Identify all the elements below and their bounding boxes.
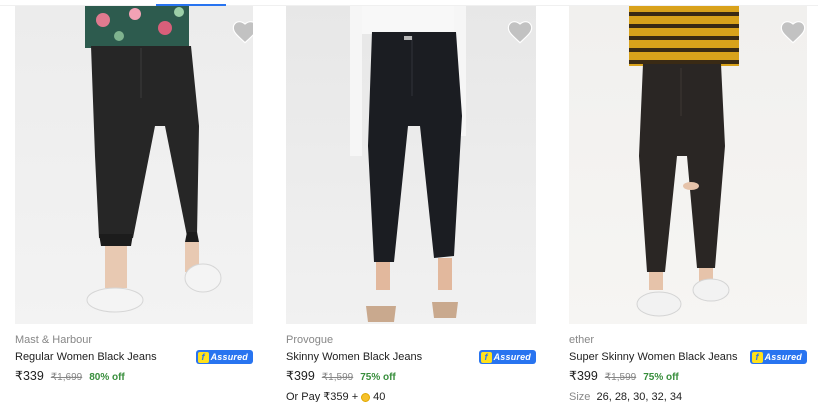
product-image[interactable] — [569, 6, 807, 324]
assured-mark-icon: f — [480, 351, 492, 363]
heart-icon[interactable] — [506, 18, 534, 44]
product-brand: Mast & Harbour — [15, 334, 93, 346]
product-image[interactable] — [286, 6, 536, 324]
product-photo-jeans — [350, 6, 466, 322]
size-label: Size — [569, 391, 591, 402]
product-brand: ether — [569, 334, 595, 346]
selling-price: ₹399 — [569, 369, 598, 383]
product-photo-jeans — [629, 6, 739, 317]
original-price: ₹1,699 — [50, 372, 83, 383]
product-title[interactable]: Skinny Women Black Jeans — [286, 349, 422, 365]
product-card[interactable]: Provogue Skinny Women Black Jeans f Assur… — [286, 6, 536, 402]
assured-mark-icon: f — [751, 351, 763, 363]
available-sizes: Size 26, 28, 30, 32, 34 — [569, 388, 807, 402]
pay-with-coins-offer: Or Pay ₹359 + 40 — [286, 388, 536, 402]
pay-offer-text: Or Pay ₹359 + — [286, 391, 359, 402]
heart-icon[interactable] — [231, 18, 253, 44]
discount-label: 80% off — [89, 372, 125, 383]
product-card[interactable]: ether Super Skinny Women Black Jeans f As… — [569, 6, 807, 402]
flipkart-assured-badge: f Assured — [478, 350, 536, 364]
product-title[interactable]: Super Skinny Women Black Jeans — [569, 349, 738, 365]
supercoin-icon — [361, 392, 371, 402]
product-brand: Provogue — [286, 334, 334, 346]
coin-count: 40 — [373, 391, 386, 402]
selling-price: ₹399 — [286, 369, 315, 383]
assured-label: Assured — [210, 352, 248, 362]
original-price: ₹1,599 — [604, 372, 637, 383]
heart-icon[interactable] — [779, 18, 807, 44]
assured-mark-icon: f — [197, 351, 209, 363]
original-price: ₹1,599 — [321, 372, 354, 383]
product-title[interactable]: Regular Women Black Jeans — [15, 349, 157, 365]
product-card[interactable]: Mast & Harbour Regular Women Black Jeans… — [15, 6, 253, 388]
product-image[interactable] — [15, 6, 253, 324]
selling-price: ₹339 — [15, 369, 44, 383]
discount-label: 75% off — [643, 372, 679, 383]
discount-label: 75% off — [360, 372, 396, 383]
flipkart-assured-badge: f Assured — [195, 350, 253, 364]
assured-label: Assured — [764, 352, 802, 362]
size-values: 26, 28, 30, 32, 34 — [596, 391, 683, 402]
assured-label: Assured — [493, 352, 531, 362]
flipkart-assured-badge: f Assured — [749, 350, 807, 364]
product-photo-jeans — [85, 6, 222, 313]
